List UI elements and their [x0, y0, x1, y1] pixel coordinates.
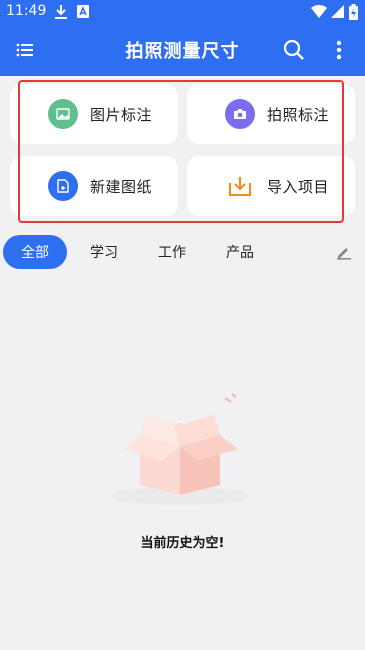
app-bar: 拍照测量尺寸 — [0, 24, 365, 76]
empty-message: 当前历史为空! — [140, 536, 225, 551]
new-file-icon — [48, 171, 78, 201]
import-project-label: 导入项目 — [267, 178, 330, 196]
edit-icon[interactable] — [332, 235, 356, 269]
empty-box-icon — [110, 393, 250, 505]
tab-product-label: 产品 — [226, 245, 254, 261]
photo-annotation-card[interactable]: 拍照标注 — [187, 84, 355, 144]
camera-icon — [225, 99, 255, 129]
app-notification-icon — [76, 4, 90, 24]
wifi-icon — [311, 4, 327, 23]
new-drawing-card[interactable]: 新建图纸 — [10, 156, 178, 216]
download-icon — [54, 4, 68, 24]
image-annotation-card[interactable]: 图片标注 — [10, 84, 178, 144]
search-icon[interactable] — [280, 36, 308, 64]
image-icon — [48, 99, 78, 129]
action-grid: 图片标注 拍照标注 新建图纸 导入项目 — [8, 82, 357, 224]
battery-icon — [349, 4, 358, 24]
page-title: 拍照测量尺寸 — [125, 41, 240, 62]
more-options-icon[interactable] — [325, 36, 353, 64]
status-bar: 11:49 — [0, 0, 365, 24]
import-project-card[interactable]: 导入项目 — [187, 156, 355, 216]
tab-all-label: 全部 — [21, 245, 49, 261]
import-icon — [225, 171, 255, 201]
new-drawing-label: 新建图纸 — [90, 178, 153, 196]
tab-work[interactable]: 工作 — [152, 235, 192, 269]
tab-study[interactable]: 学习 — [84, 235, 124, 269]
signal-icon — [331, 4, 345, 23]
photo-annotation-label: 拍照标注 — [267, 106, 330, 124]
tab-product[interactable]: 产品 — [220, 235, 260, 269]
tab-study-label: 学习 — [90, 245, 118, 261]
status-time: 11:49 — [6, 3, 47, 19]
image-annotation-label: 图片标注 — [90, 106, 153, 124]
category-tabs: 全部 学习 工作 产品 — [0, 232, 365, 272]
tab-all[interactable]: 全部 — [3, 235, 67, 269]
tab-work-label: 工作 — [158, 245, 186, 261]
